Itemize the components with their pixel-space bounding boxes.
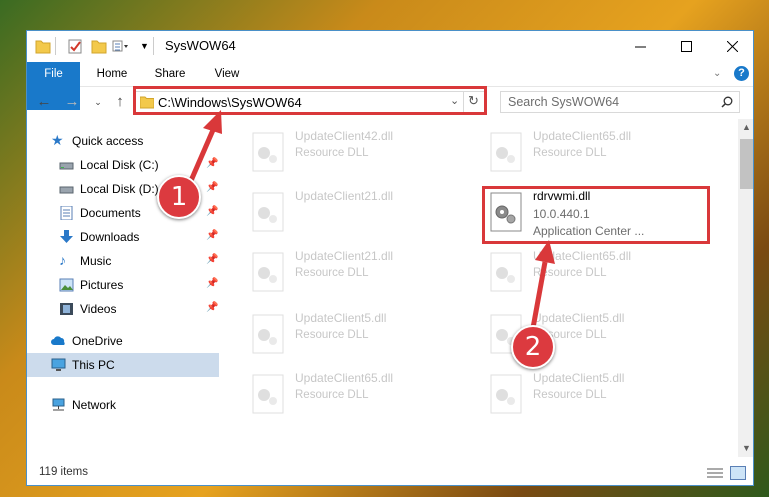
step-2-badge: 2 — [511, 325, 555, 369]
arrow-2-head — [535, 240, 555, 264]
arrow-2 — [530, 261, 548, 329]
annotation-arrows — [187, 110, 555, 329]
arrow-1-head — [203, 110, 222, 134]
step-1-badge: 1 — [157, 175, 201, 219]
arrow-1 — [187, 129, 216, 184]
